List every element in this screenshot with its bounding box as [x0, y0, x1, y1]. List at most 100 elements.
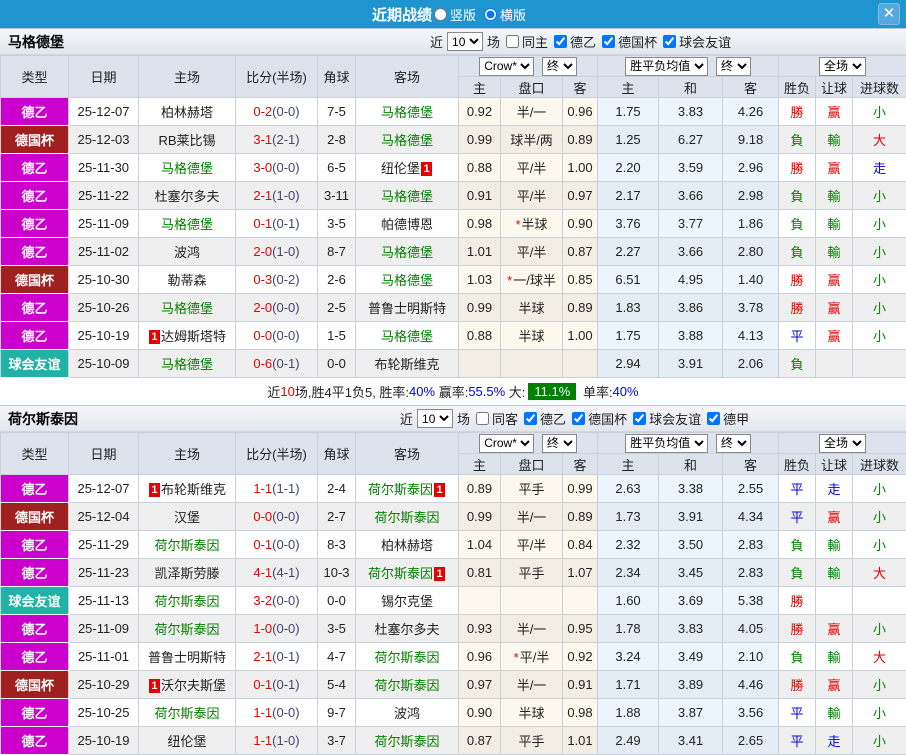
- match-count-select[interactable]: 10: [447, 32, 483, 51]
- home-team: 勒蒂森: [139, 266, 236, 294]
- result-goals: 小: [853, 182, 906, 210]
- match-type-badge: 德国杯: [1, 266, 69, 294]
- match-date: 25-10-30: [69, 266, 139, 294]
- home-team: 凯泽斯劳滕: [139, 559, 236, 587]
- odds-home: 0.81: [459, 559, 501, 587]
- handicap-line: 半/一: [501, 98, 563, 126]
- match-type-badge: 德国杯: [1, 671, 69, 699]
- filter-games-label: 场: [457, 409, 470, 428]
- summary-part: 40%: [613, 384, 639, 399]
- col-date: 日期: [69, 56, 139, 98]
- league-checkbox-1[interactable]: [572, 412, 585, 425]
- odds-away: 0.90: [563, 210, 598, 238]
- match-date: 25-10-19: [69, 727, 139, 755]
- col-goals: 进球数: [853, 77, 906, 98]
- avg-lose: 2.83: [723, 559, 779, 587]
- col-avg-lose: 客: [723, 77, 779, 98]
- league-option-2[interactable]: 球会友谊: [633, 409, 703, 428]
- result-winloss: 負: [779, 210, 816, 238]
- filter-near-label: 近: [430, 32, 443, 51]
- odds-source-select[interactable]: Crow*: [479, 57, 534, 76]
- promotion-badge: 1: [421, 162, 432, 176]
- result-winloss: 負: [779, 238, 816, 266]
- avg-win: 1.75: [598, 98, 659, 126]
- league-option-1[interactable]: 德国杯: [602, 32, 659, 51]
- scope-select[interactable]: 全场: [819, 434, 866, 453]
- layout-option-vertical[interactable]: 竖版: [434, 5, 476, 24]
- match-score: 2-1(1-0): [236, 182, 318, 210]
- league-checkbox-2[interactable]: [633, 412, 646, 425]
- match-count-select[interactable]: 10: [417, 409, 453, 428]
- match-score: 1-1(1-1): [236, 475, 318, 503]
- league-option-1[interactable]: 德国杯: [572, 409, 629, 428]
- same-venue-option[interactable]: 同客: [476, 409, 520, 428]
- league-option-3[interactable]: 德甲: [707, 409, 751, 428]
- handicap-line: 平/半: [501, 238, 563, 266]
- avg-time-select[interactable]: 终: [716, 434, 751, 453]
- result-goals: 小: [853, 210, 906, 238]
- avg-lose: 3.78: [723, 294, 779, 322]
- match-date: 25-11-22: [69, 182, 139, 210]
- match-type-badge: 德乙: [1, 154, 69, 182]
- filter-bar: 近10场同客德乙德国杯球会友谊德甲: [398, 409, 751, 428]
- league-checkbox-0[interactable]: [524, 412, 537, 425]
- same-venue-checkbox[interactable]: [506, 35, 519, 48]
- avg-draw: 3.66: [659, 238, 723, 266]
- avg-draw: 3.49: [659, 643, 723, 671]
- avg-time-select[interactable]: 终: [716, 57, 751, 76]
- away-team: 荷尔斯泰因: [356, 671, 459, 699]
- result-goals: 大: [853, 126, 906, 154]
- avg-lose: 9.18: [723, 126, 779, 154]
- result-handicap: 輸: [816, 531, 853, 559]
- match-date: 25-12-07: [69, 475, 139, 503]
- home-team: 马格德堡: [139, 294, 236, 322]
- handicap-line: 平/半: [501, 531, 563, 559]
- avg-draw: 3.45: [659, 559, 723, 587]
- result-winloss: 勝: [779, 294, 816, 322]
- corner-score: 2-5: [318, 294, 356, 322]
- odds-home: 0.89: [459, 475, 501, 503]
- match-score: 1-1(1-0): [236, 727, 318, 755]
- odds-time-select[interactable]: 终: [542, 434, 577, 453]
- avg-draw: 3.86: [659, 294, 723, 322]
- odds-source-select[interactable]: Crow*: [479, 434, 534, 453]
- league-checkbox-3[interactable]: [707, 412, 720, 425]
- odds-home: [459, 350, 501, 378]
- avg-type-select[interactable]: 胜平负均值: [625, 57, 708, 76]
- league-option-0[interactable]: 德乙: [524, 409, 568, 428]
- result-winloss: 負: [779, 350, 816, 378]
- result-handicap: 輸: [816, 559, 853, 587]
- layout-option-horizontal[interactable]: 横版: [484, 5, 526, 24]
- close-button[interactable]: ✕: [878, 3, 900, 25]
- col-away: 客场: [356, 433, 459, 475]
- col-away: 客场: [356, 56, 459, 98]
- title-bar: 近期战绩 竖版 横版 ✕: [0, 0, 906, 28]
- league-option-0[interactable]: 德乙: [554, 32, 598, 51]
- result-winloss: 勝: [779, 98, 816, 126]
- avg-type-select[interactable]: 胜平负均值: [625, 434, 708, 453]
- same-venue-checkbox[interactable]: [476, 412, 489, 425]
- result-handicap: 赢: [816, 266, 853, 294]
- league-checkbox-0[interactable]: [554, 35, 567, 48]
- scope-select[interactable]: 全场: [819, 57, 866, 76]
- away-team: 杜塞尔多夫: [356, 615, 459, 643]
- result-goals: 小: [853, 699, 906, 727]
- avg-draw: 3.83: [659, 615, 723, 643]
- summary-part: 场,胜4平1负5,: [295, 382, 380, 401]
- same-venue-option[interactable]: 同主: [506, 32, 550, 51]
- match-score: 1-0(0-0): [236, 615, 318, 643]
- match-date: 25-10-25: [69, 699, 139, 727]
- home-team: 柏林赫塔: [139, 98, 236, 126]
- league-checkbox-2[interactable]: [663, 35, 676, 48]
- horizontal-radio[interactable]: [484, 8, 497, 21]
- odds-time-select[interactable]: 终: [542, 57, 577, 76]
- table-row: 德乙25-11-01普鲁士明斯特2-1(0-1)4-7荷尔斯泰因0.96*平/半…: [1, 643, 906, 671]
- odds-home: 1.03: [459, 266, 501, 294]
- vertical-radio[interactable]: [434, 8, 447, 21]
- league-checkbox-1[interactable]: [602, 35, 615, 48]
- league-option-2[interactable]: 球会友谊: [663, 32, 733, 51]
- handicap-line: 平手: [501, 475, 563, 503]
- result-handicap: 輸: [816, 210, 853, 238]
- avg-win: 2.34: [598, 559, 659, 587]
- table-row: 德乙25-11-09荷尔斯泰因1-0(0-0)3-5杜塞尔多夫0.93半/一0.…: [1, 615, 906, 643]
